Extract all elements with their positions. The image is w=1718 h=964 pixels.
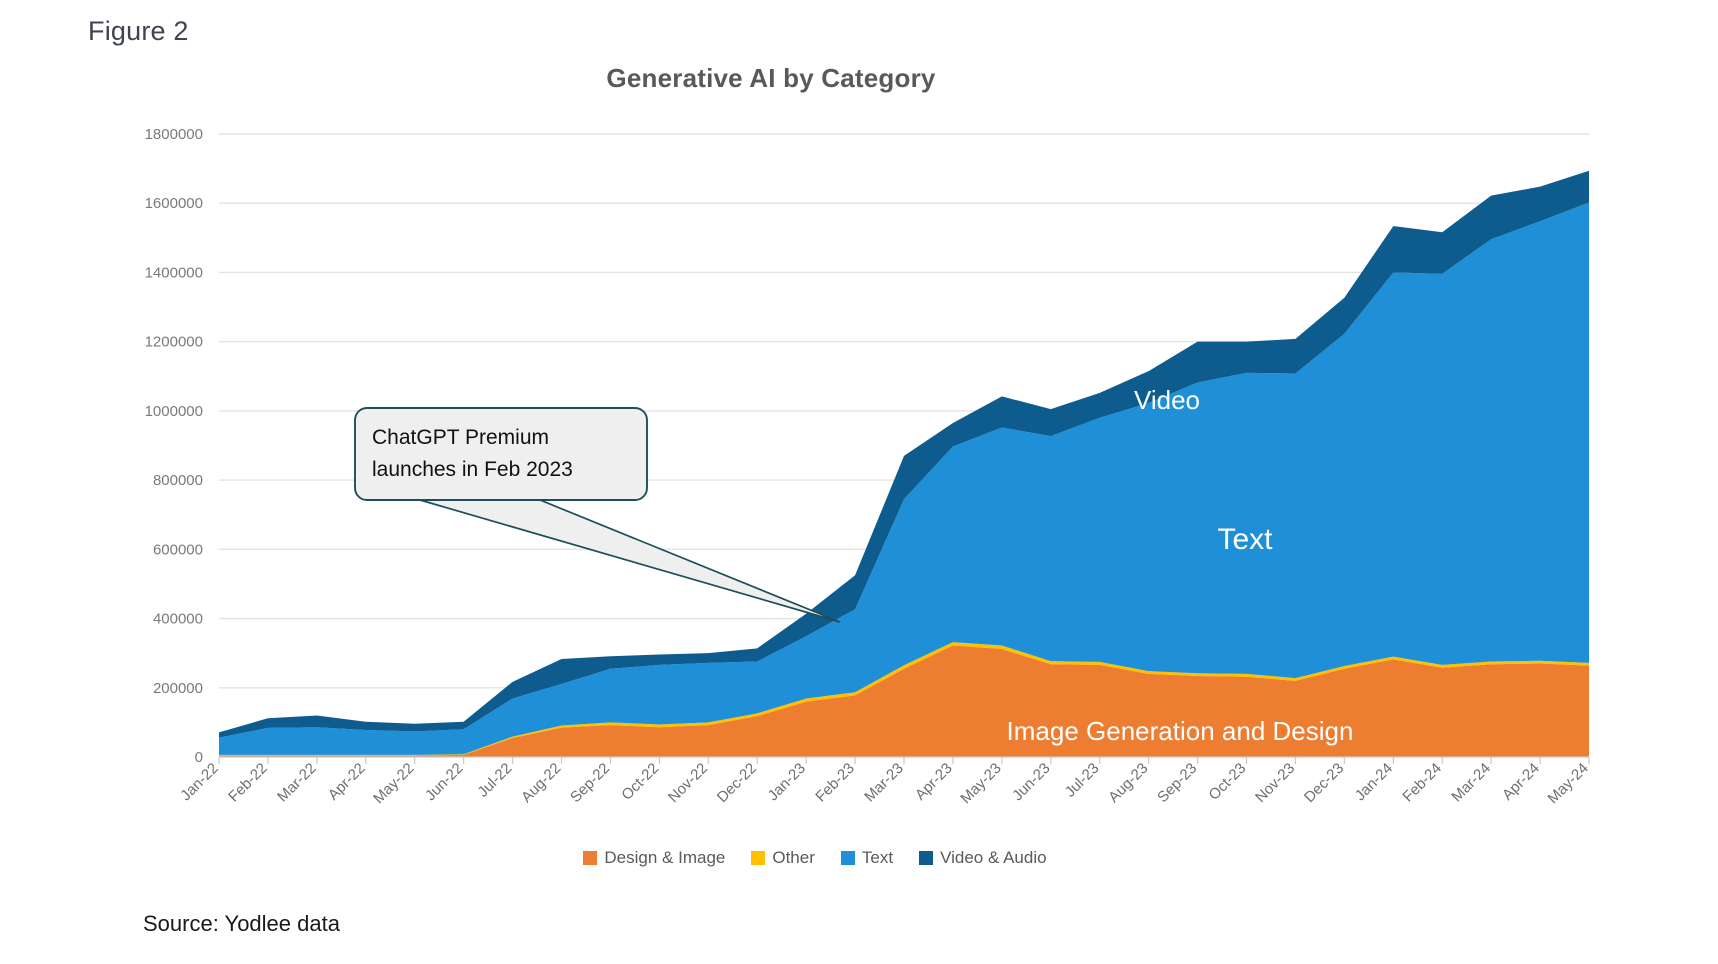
legend-swatch-video-audio [919,851,934,865]
source-note: Source: Yodlee data [143,911,340,936]
legend-item-video-audio[interactable]: Video & Audio [919,848,1047,868]
x-axis-tick-label: Jun-23 [1009,760,1053,804]
x-axis-tick-label: May-22 [370,760,417,807]
x-axis-tick-label: May-23 [957,760,1004,807]
x-axis-tick-label: Sep-23 [1154,760,1200,806]
figure-root: Figure 2 Generative AI by Category 0 2000… [0,0,1718,964]
image-area-label: Image Generation and Design [1007,716,1354,746]
y-axis-tick-label: 400000 [153,611,203,628]
chart-plot: 0 200000 400000 600000 800000 1000000 1200000 1… [145,126,1592,807]
y-axis-tick-label: 0 [195,749,203,766]
x-axis-tick-label: Mar-22 [274,760,320,806]
x-axis-tick-label: Aug-23 [1105,760,1151,806]
x-axis-tick-label: Jul-23 [1062,760,1103,801]
y-axis-tick-label: 800000 [153,472,203,489]
y-axis-tick-label: 1000000 [145,403,203,420]
callout-line-1: ChatGPT Premium [372,426,549,449]
y-axis-tick-label: 1600000 [145,195,203,212]
y-axis-tick-label: 1400000 [145,264,203,281]
x-axis-tick-label: Aug-22 [518,760,564,806]
x-axis-tick-label: May-24 [1544,760,1591,807]
legend-swatch-design-image [583,851,598,865]
x-axis-tick-label: Nov-23 [1252,760,1298,806]
x-axis-tick-label: Oct-22 [618,760,662,804]
x-axis-tick-label: Jan-22 [177,760,221,804]
chatgpt-premium-callout[interactable]: ChatGPT Premium launches in Feb 2023 [354,407,648,501]
x-axis-tick-label: Jan-23 [765,760,809,804]
chart-legend: Design & Image Other Text Video & Audio [0,848,1674,868]
legend-label-design-image: Design & Image [604,848,726,867]
legend-swatch-other [751,851,766,865]
text-area-label: Text [1217,523,1273,556]
x-axis-tick-label: Feb-24 [1399,760,1445,806]
x-axis-tick-label: Mar-23 [861,760,907,806]
x-axis-tick-label: Feb-22 [225,760,271,806]
x-axis-tick-label: Dec-22 [714,760,760,806]
x-axis-tick-label: Nov-22 [665,760,711,806]
y-axis-tick-label: 600000 [153,541,203,558]
callout-bubble[interactable] [354,407,648,501]
x-axis-tick-label: Oct-23 [1205,760,1249,804]
x-axis-tick-label: Apr-24 [1499,760,1543,804]
y-axis-tick-label: 200000 [153,680,203,697]
legend-label-text: Text [861,848,894,867]
y-axis-tick-label: 1800000 [145,126,203,143]
y-axis-tick-label: 1200000 [145,334,203,351]
legend-item-text[interactable]: Text [840,848,894,868]
x-axis-tick-label: Jan-24 [1352,760,1396,804]
legend-label-other: Other [772,848,815,867]
x-axis-tick-label: Dec-23 [1301,760,1347,806]
x-axis-tick-label: Mar-24 [1448,760,1494,806]
x-axis: Jan-22 Feb-22 Mar-22 Apr-22 May-22 Jun-22 Jul-… [177,756,1592,807]
callout-line-2: launches in Feb 2023 [372,458,573,481]
legend-item-design-image[interactable]: Design & Image [583,848,725,868]
callout-pointer [419,499,841,623]
x-axis-tick-label: Jun-22 [422,760,466,804]
legend-swatch-text [840,851,855,865]
legend-label-video-audio: Video & Audio [940,848,1047,867]
legend-item-other[interactable]: Other [751,848,815,868]
x-axis-tick-label: Feb-23 [812,760,858,806]
x-axis-tick-label: Apr-22 [325,760,369,804]
x-axis-tick-label: Sep-22 [567,760,613,806]
x-axis-tick-label: Jul-22 [474,760,515,801]
callout-leader [419,499,841,623]
video-area-label: Video [1134,385,1200,415]
x-axis-tick-label: Apr-23 [912,760,956,804]
